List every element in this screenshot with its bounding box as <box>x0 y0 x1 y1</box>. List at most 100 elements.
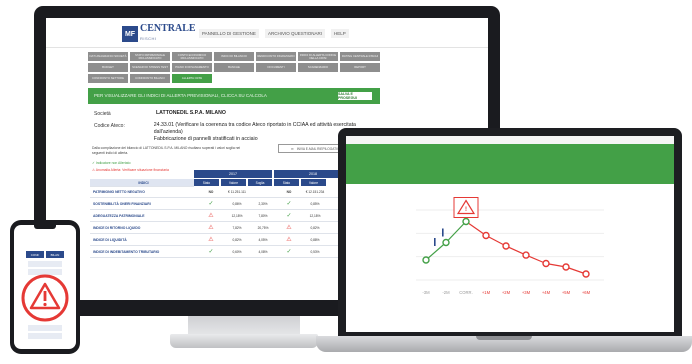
logo-subtitle: RISCHI <box>140 36 157 41</box>
warning-icon: ⚠ <box>208 213 214 219</box>
menu-item-banche[interactable]: BANCHE <box>214 63 254 72</box>
banner-text: PER VISUALIZZARE GLI INDICI DI ALLERTA P… <box>94 93 267 98</box>
mail-icon: ✉ <box>291 146 294 151</box>
status-legend: ✓ Indicatore non Allertato ⚠ Anomalia Al… <box>92 160 169 174</box>
value-2017: € 11.251.111 <box>228 189 246 194</box>
menu-item-rating[interactable]: RATING CENTRALE RISCHI <box>340 52 380 61</box>
topnav-archive[interactable]: ARCHIVIO QUESTIONARI <box>264 29 325 38</box>
value-2018: 0,88% <box>310 237 320 242</box>
value-2017: 0,60% <box>232 249 242 254</box>
check-icon: ✓ <box>208 201 214 207</box>
threshold-2017: 7,80% <box>258 213 268 218</box>
threshold-2017: 2,30% <box>258 201 268 206</box>
value-2017: 0,82% <box>232 237 242 242</box>
chart-line-segment <box>445 221 467 243</box>
chart-point[interactable] <box>562 263 570 271</box>
menu-row: DATI ANAGRAFICI SOCIETÀ STATO PATRIMONIA… <box>88 52 384 61</box>
warning-icon: ⚠ <box>208 237 214 243</box>
menu-item-conto-economico[interactable]: CONTO ECONOMICO RICLASSIFICATO <box>172 52 212 61</box>
top-navigation: PANNELLO DI GESTIONE ARCHIVIO QUESTIONAR… <box>199 29 349 38</box>
table-col-header: Valore <box>221 179 246 186</box>
chart-point[interactable] <box>502 242 510 250</box>
chart-point[interactable] <box>582 270 590 278</box>
phone-notch <box>34 225 56 229</box>
menu-item-stato-patrimoniale[interactable]: STATO PATRIMONIALE RICLASSIFICATO <box>130 52 170 61</box>
chart-point[interactable] <box>422 256 430 264</box>
send-email-label: INVIA E-MAIL RIEPILOGATIVA <box>296 146 341 151</box>
check-icon: ✓ <box>286 201 292 207</box>
phone-list-item <box>28 261 62 267</box>
phone-screen: CONF BILAN <box>14 225 76 349</box>
chart-x-tick: +6M <box>582 290 591 295</box>
table-row: INDICE DI LIQUIDITÀ ⚠ 0,82% 4,05% ⚠ 0,88% <box>90 234 352 246</box>
company-info: Società LATTONEDIL S.P.A. MILANO Codice … <box>94 110 378 148</box>
chart-x-tick: CORR. <box>459 290 473 295</box>
menu-item-indici-allerta[interactable]: INDICI DI ALLERTA CODICE DELLA CRISI <box>298 52 338 61</box>
warning-icon: ⚠ <box>286 225 292 231</box>
table-col-header: Stato <box>194 179 219 186</box>
chart-marker <box>434 238 436 246</box>
logo-name-text: CENTRALE <box>140 23 196 34</box>
site-header: MF CENTRALE RISCHI PANNELLO DI GESTIONE … <box>46 18 488 48</box>
chart-line-segment <box>425 242 447 261</box>
indicator-name: INDICE DI INDEBITAMENTO TRIBUTARIO <box>93 249 160 254</box>
topnav-help[interactable]: HELP <box>330 29 349 38</box>
company-name-text: LATTONEDIL S.P.A. MILANO <box>156 110 226 116</box>
chart-point[interactable] <box>442 238 450 247</box>
logo-mark: MF <box>122 26 138 42</box>
device-mockup-stage: MF CENTRALE RISCHI PANNELLO DI GESTIONE … <box>0 0 692 364</box>
company-row: Società LATTONEDIL S.P.A. MILANO <box>94 110 378 117</box>
phone-list <box>28 325 62 341</box>
menu-item-report[interactable]: REPORT <box>340 63 380 72</box>
legend-warn: ⚠ Anomalia Allerta: Verificare situazion… <box>92 168 169 172</box>
menu-item-rendiconto[interactable]: RENDICONTO FINANZIARIO <box>256 52 296 61</box>
table-row: INDICE DI INDEBITAMENTO TRIBUTARIO ✓ 0,60%… <box>90 246 352 258</box>
ateco-row: Codice Ateco: 24.33.01 (Verificare la co… <box>94 122 378 143</box>
menu-item-documenti[interactable]: DOCUMENTI <box>256 63 296 72</box>
phone-tab-conf[interactable]: CONF <box>26 251 44 258</box>
chart-x-tick: -3M <box>422 290 430 295</box>
check-icon: ✓ <box>208 249 214 255</box>
chart-x-tick: -2M <box>442 290 450 295</box>
chart-point[interactable] <box>542 259 550 268</box>
value-2017: 0,86% <box>232 201 242 206</box>
indicator-name: INDICE DI LIQUIDITÀ <box>93 237 127 242</box>
phone-tab-bilan[interactable]: BILAN <box>46 251 64 258</box>
value-2017: 12,18% <box>231 213 243 218</box>
menu-item-budget[interactable]: BUDGET <box>88 63 128 72</box>
menu-item-confronto-bilanci[interactable]: CONFRONTO BILANCI <box>130 74 170 83</box>
monitor-stand-neck <box>188 316 300 336</box>
topnav-dashboard[interactable]: PANNELLO DI GESTIONE <box>199 29 259 38</box>
chart-point[interactable] <box>462 217 470 226</box>
monitor-stand-base <box>170 334 318 348</box>
chart-point[interactable] <box>482 231 490 240</box>
chart-x-tick: +4M <box>542 290 551 295</box>
phone-tab-bar: CONF BILAN <box>14 251 76 259</box>
chart-point[interactable] <box>522 251 530 259</box>
menu-item-allerta-crisi[interactable]: ALLERTA CRISI <box>172 74 212 83</box>
warning-icon: ⚠ <box>286 237 292 243</box>
check-icon: ✓ <box>286 249 292 255</box>
menu-item-scadenzario[interactable]: SCADENZARIO <box>298 63 338 72</box>
menu-item-stress-test[interactable]: SCENARI DI STRESS TEST <box>130 63 170 72</box>
laptop-notch <box>476 336 532 340</box>
menu-item-indici-bilancio[interactable]: INDICI DI BILANCIO <box>214 52 254 61</box>
brand-logo[interactable]: MF CENTRALE RISCHI <box>122 24 196 44</box>
table-col-header: Valore <box>301 179 326 186</box>
value-2018: € 12.151.234 <box>305 189 325 194</box>
value-2018: 0,53% <box>310 249 320 254</box>
chart-x-tick: +2M <box>502 290 511 295</box>
chart-x-tick: +3M <box>522 290 531 295</box>
menu-item-confronto-settore[interactable]: CONFRONTO SETTORE <box>88 74 128 83</box>
save-continue-button[interactable]: SALVA E PROSEGUI <box>338 92 372 100</box>
threshold-2017: 4,08% <box>258 249 268 254</box>
table-row: SOSTENIBILITÀ ONERI FINANZIARI ✓ 0,86% 2,30… <box>90 198 352 210</box>
laptop-topbar <box>346 136 674 144</box>
threshold-2017: 20,75% <box>257 225 269 230</box>
menu-item-dati-anagrafici[interactable]: DATI ANAGRAFICI SOCIETÀ <box>88 52 128 61</box>
indicator-name: SOSTENIBILITÀ ONERI FINANZIARI <box>93 201 151 206</box>
indicator-name: INDICE DI RITORNO LIQUIDO <box>93 225 141 230</box>
menu-item-risanamento[interactable]: PIANO DI RISANAMENTO <box>172 63 212 72</box>
threshold-2017: 4,05% <box>258 237 268 242</box>
status-2018: NO <box>286 189 292 194</box>
